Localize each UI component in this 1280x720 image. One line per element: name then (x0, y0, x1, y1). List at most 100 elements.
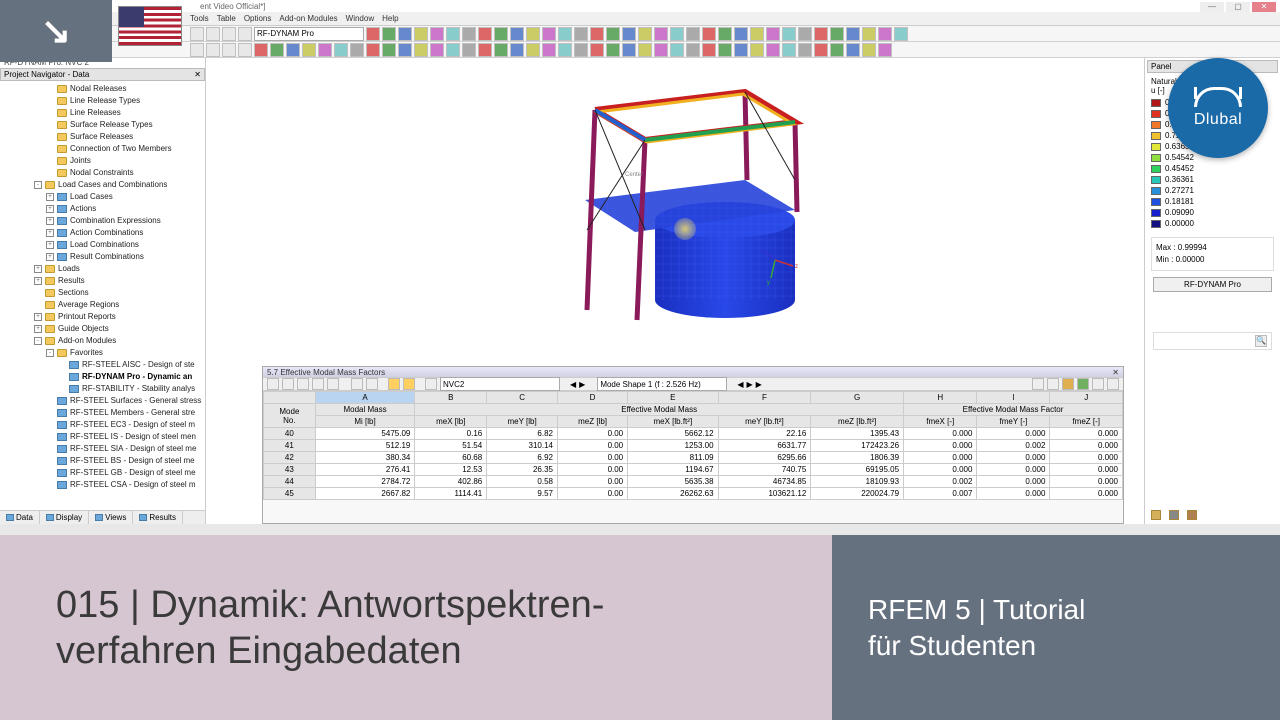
expand-icon[interactable]: + (46, 193, 54, 201)
toolbar-button[interactable] (638, 43, 652, 57)
menu-table[interactable]: Table (217, 14, 236, 23)
tree-item[interactable]: Connection of Two Members (6, 143, 205, 155)
first-icon[interactable]: ◀ (737, 380, 743, 389)
toolbar-button[interactable] (798, 27, 812, 41)
nav-tab-data[interactable]: Data (0, 511, 40, 524)
maximize-button[interactable]: ▢ (1226, 2, 1250, 12)
tree-item[interactable]: +Load Combinations (6, 239, 205, 251)
toolbar-button[interactable] (750, 43, 764, 57)
tbl-btn[interactable] (1047, 378, 1059, 390)
toolbar-button[interactable] (814, 43, 828, 57)
toolbar-button[interactable] (494, 27, 508, 41)
tree-item[interactable]: +Actions (6, 203, 205, 215)
toolbar-button[interactable] (606, 27, 620, 41)
tbl-btn[interactable] (267, 378, 279, 390)
toolbar-button[interactable] (750, 27, 764, 41)
tree-item[interactable]: +Result Combinations (6, 251, 205, 263)
tree-item[interactable]: +Combination Expressions (6, 215, 205, 227)
module-button[interactable]: RF-DYNAM Pro (1153, 277, 1272, 292)
toolbar-button[interactable] (382, 27, 396, 41)
toolbar-button[interactable] (478, 27, 492, 41)
nvc-dropdown[interactable]: NVC2 (440, 377, 560, 391)
toolbar-button[interactable] (622, 43, 636, 57)
toolbar-button[interactable] (318, 43, 332, 57)
scale-icon[interactable] (1169, 510, 1179, 520)
toolbar-button[interactable] (542, 43, 556, 57)
nav-header[interactable]: Project Navigator - Data ✕ (0, 68, 205, 81)
toolbar-button[interactable] (430, 43, 444, 57)
tree-item[interactable]: RF-DYNAM Pro - Dynamic an (6, 371, 205, 383)
tbl-btn[interactable] (282, 378, 294, 390)
toolbar-button[interactable] (734, 27, 748, 41)
expand-icon[interactable]: + (34, 325, 42, 333)
next-icon[interactable]: ▶ (579, 380, 585, 389)
tree-item[interactable]: RF-STEEL BS - Design of steel me (6, 455, 205, 467)
mode-shape-dropdown[interactable]: Mode Shape 1 (f : 2.526 Hz) (597, 377, 727, 391)
toolbar-button[interactable] (190, 27, 204, 41)
expand-icon[interactable]: + (34, 313, 42, 321)
toolbar-button[interactable] (238, 27, 252, 41)
menu-window[interactable]: Window (346, 14, 374, 23)
tree-item[interactable]: +Action Combinations (6, 227, 205, 239)
toolbar-button[interactable] (398, 27, 412, 41)
tbl-btn[interactable] (1092, 378, 1104, 390)
navigator-tree[interactable]: Nodal ReleasesLine Release TypesLine Rel… (0, 81, 205, 509)
toolbar-button[interactable] (334, 43, 348, 57)
toolbar-button[interactable] (382, 43, 396, 57)
expand-icon[interactable]: + (46, 205, 54, 213)
toolbar-button[interactable] (414, 27, 428, 41)
toolbar-button[interactable] (766, 43, 780, 57)
nav-tab-display[interactable]: Display (40, 511, 89, 524)
toolbar-button[interactable] (622, 27, 636, 41)
tbl-btn[interactable] (297, 378, 309, 390)
tbl-btn[interactable] (366, 378, 378, 390)
expand-icon[interactable]: - (34, 181, 42, 189)
tree-item[interactable]: RF-STEEL SIA - Design of steel me (6, 443, 205, 455)
expand-icon[interactable]: - (46, 349, 54, 357)
nav-tab-views[interactable]: Views (89, 511, 133, 524)
toolbar-button[interactable] (766, 27, 780, 41)
toolbar-button[interactable] (302, 43, 316, 57)
toolbar-button[interactable] (782, 27, 796, 41)
expand-icon[interactable]: + (46, 217, 54, 225)
toolbar-button[interactable] (862, 43, 876, 57)
toolbar-button[interactable] (670, 43, 684, 57)
toolbar-button[interactable] (718, 27, 732, 41)
toolbar-button[interactable] (542, 27, 556, 41)
tree-item[interactable]: RF-STEEL GB - Design of steel me (6, 467, 205, 479)
model-viewport[interactable]: z y Center 5.7 Effective Modal Mass Fact… (206, 58, 1144, 524)
table-close-icon[interactable]: ✕ (1112, 368, 1123, 377)
tree-item[interactable]: Line Release Types (6, 95, 205, 107)
expand-icon[interactable]: - (34, 337, 42, 345)
last-icon[interactable]: ▶ (756, 380, 762, 389)
toolbar-button[interactable] (350, 43, 364, 57)
toolbar-button[interactable] (734, 43, 748, 57)
toolbar-button[interactable] (894, 27, 908, 41)
toolbar-button[interactable] (558, 43, 572, 57)
toolbar-button[interactable] (446, 27, 460, 41)
menu-help[interactable]: Help (382, 14, 398, 23)
toolbar-button[interactable] (846, 27, 860, 41)
tree-item[interactable]: RF-STEEL EC3 - Design of steel m (6, 419, 205, 431)
toolbar-button[interactable] (478, 43, 492, 57)
tbl-btn[interactable] (1062, 378, 1074, 390)
toolbar-button[interactable] (654, 27, 668, 41)
tbl-btn-excel[interactable] (1077, 378, 1089, 390)
tbl-btn[interactable] (1032, 378, 1044, 390)
palette-icon[interactable] (1151, 510, 1161, 520)
tree-item[interactable]: +Guide Objects (6, 323, 205, 335)
toolbar-button[interactable] (878, 27, 892, 41)
search-icon[interactable]: 🔍 (1255, 335, 1267, 347)
toolbar-button[interactable] (526, 27, 540, 41)
toolbar-button[interactable] (462, 43, 476, 57)
tree-item[interactable]: Nodal Releases (6, 83, 205, 95)
tree-item[interactable]: +Results (6, 275, 205, 287)
tree-item[interactable]: Nodal Constraints (6, 167, 205, 179)
toolbar-button[interactable] (510, 43, 524, 57)
toolbar-button[interactable] (606, 43, 620, 57)
toolbar-button[interactable] (286, 43, 300, 57)
tree-item[interactable]: +Loads (6, 263, 205, 275)
toolbar-button[interactable] (782, 43, 796, 57)
tree-item[interactable]: +Printout Reports (6, 311, 205, 323)
toolbar-button[interactable] (686, 43, 700, 57)
